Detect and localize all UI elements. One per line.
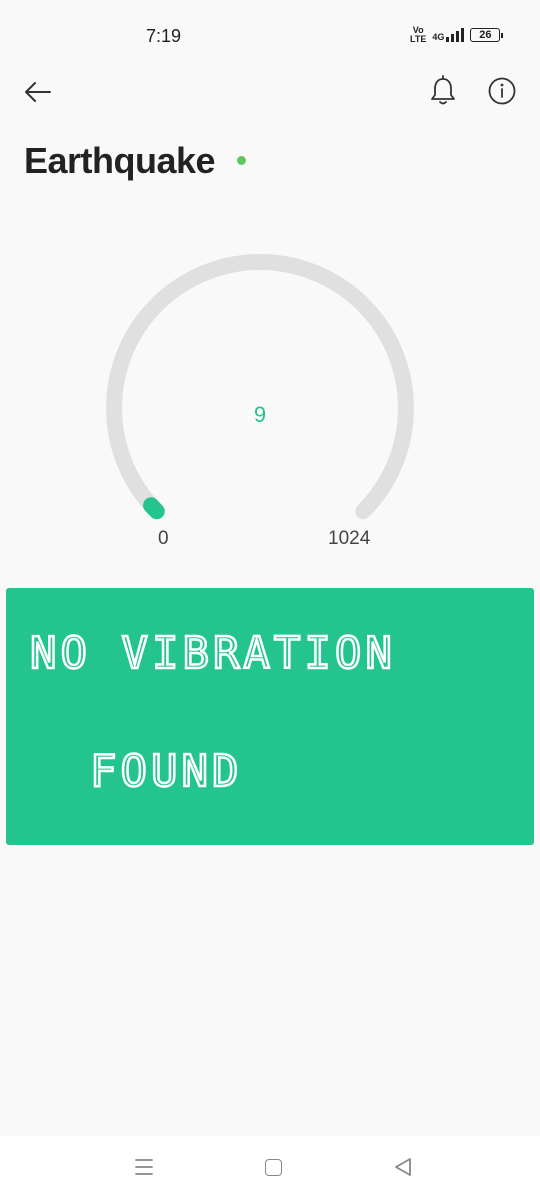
back-triangle-icon	[395, 1158, 411, 1176]
gauge-value: 9	[253, 402, 267, 427]
battery-level: 26	[479, 29, 492, 41]
gauge-fill	[143, 497, 165, 520]
battery-icon: 26	[470, 28, 504, 42]
notifications-button[interactable]	[428, 74, 458, 108]
bell-icon	[431, 75, 455, 105]
network-type: 4G	[432, 32, 445, 42]
back-arrow-icon	[25, 82, 51, 102]
gauge-widget: 9 0 1024	[90, 240, 430, 560]
home-button[interactable]	[265, 1159, 282, 1176]
status-icons: Vo LTE 4G 26	[410, 24, 504, 46]
info-icon	[488, 77, 516, 105]
lcd-line-2: FOUND	[89, 745, 243, 798]
online-status-dot	[237, 155, 247, 165]
info-button[interactable]	[487, 76, 517, 106]
gauge-dial	[106, 254, 414, 520]
system-nav-bar	[0, 1136, 540, 1200]
lcd-line-1: NO VIBRATION	[29, 627, 396, 680]
volte-icon: Vo LTE	[410, 25, 427, 44]
recents-button[interactable]	[134, 1156, 154, 1178]
gauge-track	[106, 254, 414, 520]
lcd-widget: NO VIBRATION FOUND	[6, 588, 534, 845]
status-time: 7:19	[146, 26, 182, 46]
app-bar	[0, 68, 540, 114]
gauge-min-label: 0	[158, 528, 169, 549]
system-back-button[interactable]	[393, 1156, 413, 1178]
page-title: Earthquake	[24, 140, 216, 181]
gauge-max-label: 1024	[328, 528, 371, 549]
menu-icon	[135, 1159, 153, 1175]
device-header: Earthquake	[24, 140, 247, 182]
signal-icon: 4G	[432, 28, 465, 42]
back-button[interactable]	[22, 76, 54, 108]
status-bar: 7:19 Vo LTE 4G 26	[0, 0, 540, 70]
